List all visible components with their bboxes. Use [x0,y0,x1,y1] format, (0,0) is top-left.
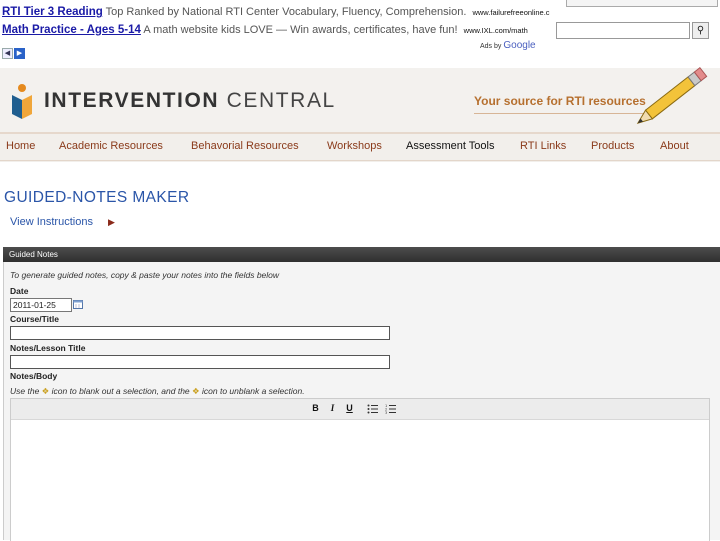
ads-by-google[interactable]: Ads by Google [480,40,536,51]
ad-line-1: RTI Tier 3 Reading Top Ranked by Nationa… [2,6,550,18]
magnifier-icon: ⚲ [696,25,705,36]
page-title: GUIDED-NOTES MAKER [4,189,190,206]
tagline-underline [474,113,644,114]
logo-light: CENTRAL [226,89,336,112]
date-label: Date [10,286,29,296]
ad-2-text: A math website kids LOVE — Win awards, c… [143,24,458,36]
arrow-right-icon[interactable]: ▶ [14,48,25,59]
nav-academic-resources[interactable]: Academic Resources [59,140,163,152]
nav-workshops[interactable]: Workshops [327,140,382,152]
site-tagline: Your source for RTI resources [474,94,646,108]
google-logo: Google [503,40,536,51]
ad-1-text: Top Ranked by National RTI Center Vocabu… [105,6,467,18]
nav-divider [0,160,720,161]
ad-line-2: Math Practice - Ages 5-14 A math website… [2,24,528,36]
expand-arrow-icon[interactable]: ▶ [108,217,115,228]
notes-body-label: Notes/Body [10,371,58,381]
blank-out-icon: ❖ [41,386,50,396]
ad-2-url[interactable]: www.IXL.com/math [464,26,528,35]
notes-body-editor[interactable]: B I U 1 2 3 [10,398,710,541]
editor-toolbar: B I U 1 2 3 [11,399,709,420]
intervention-central-logo-icon [12,84,32,119]
page-content: GUIDED-NOTES MAKER View Instructions ▶ G… [0,162,720,541]
nav-assessment-tools[interactable]: Assessment Tools [406,140,494,152]
date-field[interactable]: 2011-01-25 [10,298,72,312]
site-logo[interactable]: INTERVENTION CENTRAL [44,89,336,113]
bold-button[interactable]: B [310,403,321,413]
nav-behavorial-resources[interactable]: Behavorial Resources [191,140,299,152]
nav-about[interactable]: About [660,140,689,152]
nav-products[interactable]: Products [591,140,634,152]
course-title-field[interactable] [10,326,390,340]
course-title-label: Course/Title [10,314,59,324]
usage-text-2: icon to blank out a selection, and the [51,386,190,396]
usage-instructions: Use the ❖ icon to blank out a selection,… [10,386,305,397]
usage-text-1: Use the [10,386,40,396]
lesson-title-label: Notes/Lesson Title [10,343,86,353]
instructions-text: To generate guided notes, copy & paste y… [10,270,280,280]
underline-button[interactable]: U [344,403,355,413]
ad-1-link[interactable]: RTI Tier 3 Reading [2,6,103,18]
view-instructions-link[interactable]: View Instructions [10,216,93,228]
ad-nav: ◀ ▶ [2,42,26,60]
unblank-icon: ❖ [192,386,200,396]
ads-by-label: Ads by [480,43,502,50]
numbered-list-icon[interactable]: 1 2 3 [385,404,396,414]
search-button[interactable]: ⚲ [692,22,709,39]
calendar-icon[interactable] [73,299,83,309]
nav-home[interactable]: Home [6,140,35,152]
logo-bold: INTERVENTION [44,89,220,112]
panel-header: Guided Notes [3,247,720,262]
svg-text:3: 3 [385,411,387,414]
site: INTERVENTION CENTRAL Your source for RTI… [0,67,720,541]
italic-button[interactable]: I [327,403,338,413]
site-header: INTERVENTION CENTRAL Your source for RTI… [0,67,720,134]
usage-text-3: icon to unblank a selection. [202,386,305,396]
ad-2-link[interactable]: Math Practice - Ages 5-14 [2,24,141,36]
bullet-list-icon[interactable] [367,404,378,414]
ad-strip: RTI Tier 3 Reading Top Ranked by Nationa… [0,0,720,60]
browser-frame-edge [566,0,718,7]
search-input[interactable] [556,22,690,39]
arrow-left-icon[interactable]: ◀ [2,48,13,59]
ad-1-url[interactable]: www.failurefreeonline.c [472,8,549,17]
nav-rti-links[interactable]: RTI Links [520,140,566,152]
lesson-title-field[interactable] [10,355,390,369]
pencil-icon [636,67,708,124]
